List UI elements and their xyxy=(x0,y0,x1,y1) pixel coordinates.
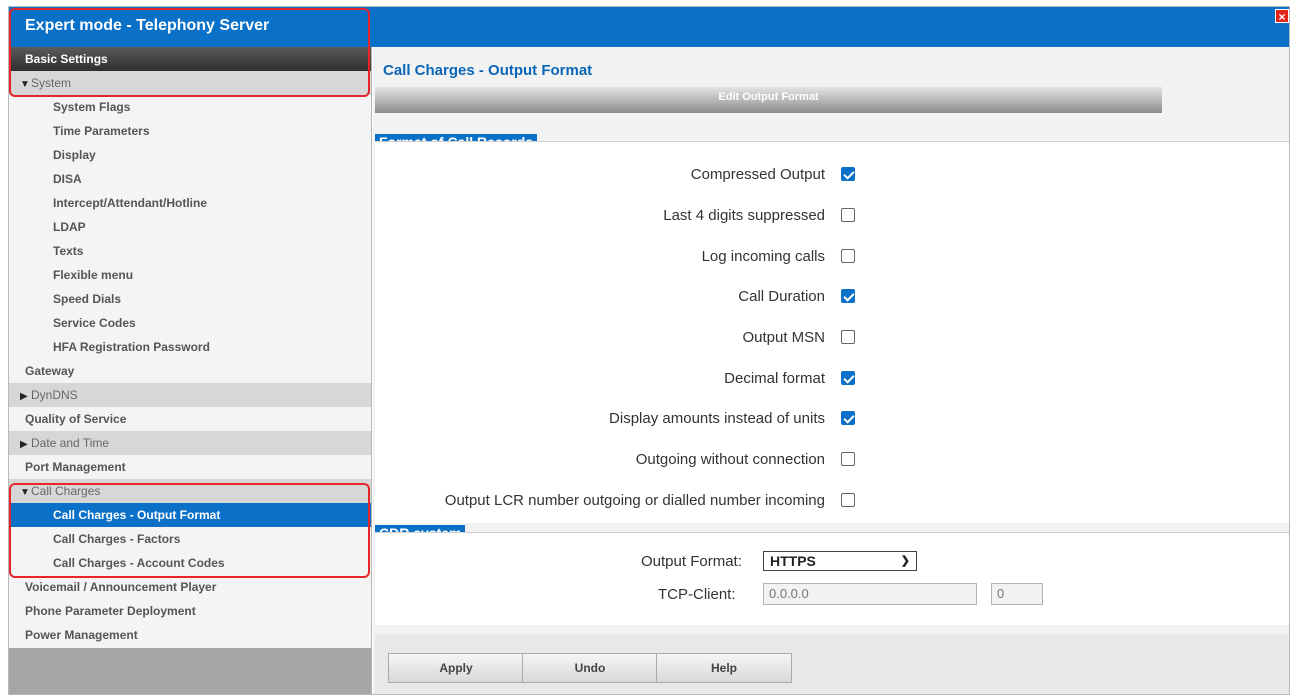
sidebar-item-label: Date and Time xyxy=(31,436,110,450)
title-bar: Expert mode - Telephony Server × xyxy=(9,7,1289,47)
compressed-output-checkbox[interactable] xyxy=(841,167,855,181)
collapsed-triangle-icon: ▶ xyxy=(20,391,28,402)
cdr-section: Output Format: HTTPS ❯ TCP-Client: 0.0.0… xyxy=(375,532,1289,625)
call-duration-label: Call Duration xyxy=(738,288,825,305)
log-incoming-label: Log incoming calls xyxy=(701,248,825,265)
sidebar-group-call-charges[interactable]: ▼Call Charges xyxy=(9,479,371,503)
sidebar-item-label: Call Charges xyxy=(31,484,101,498)
output-format-label: Output Format: xyxy=(641,553,742,570)
sidebar-item-port-management[interactable]: Port Management xyxy=(9,455,371,479)
sidebar-item-label: System xyxy=(31,76,72,90)
sidebar-item-hfa-password[interactable]: HFA Registration Password xyxy=(9,335,371,359)
output-format-value: HTTPS xyxy=(770,553,816,569)
call-duration-checkbox[interactable] xyxy=(841,289,855,303)
sidebar-item-system-flags[interactable]: System Flags xyxy=(9,95,371,119)
sidebar-group-dyndns[interactable]: ▶ DynDNS xyxy=(9,383,371,407)
outgoing-without-connection-checkbox[interactable] xyxy=(841,452,855,466)
row-decimal-format: Decimal format xyxy=(375,369,855,389)
output-msn-label: Output MSN xyxy=(742,329,825,346)
sidebar-item-intercept[interactable]: Intercept/Attendant/Hotline xyxy=(9,191,371,215)
last-4-digits-label: Last 4 digits suppressed xyxy=(663,207,825,224)
sidebar-footer xyxy=(9,648,371,694)
sidebar-item-voicemail[interactable]: Voicemail / Announcement Player xyxy=(9,575,371,599)
tcp-client-label: TCP-Client: xyxy=(658,586,736,603)
app-title: Expert mode - Telephony Server xyxy=(25,17,270,34)
sidebar-nav: Basic Settings ▼System System Flags Time… xyxy=(9,47,372,694)
subtitle-bar: Edit Output Format xyxy=(375,87,1162,113)
sidebar-group-system[interactable]: ▼System xyxy=(9,71,371,95)
sidebar-item-speed-dials[interactable]: Speed Dials xyxy=(9,287,371,311)
app-window: Expert mode - Telephony Server × Basic S… xyxy=(8,6,1290,695)
row-compressed-output: Compressed Output xyxy=(375,165,855,185)
sidebar-item-ldap[interactable]: LDAP xyxy=(9,215,371,239)
page-subtitle: Edit Output Format xyxy=(718,91,819,103)
sidebar-item-display[interactable]: Display xyxy=(9,143,371,167)
row-call-duration: Call Duration xyxy=(375,287,855,307)
output-lcr-label: Output LCR number outgoing or dialled nu… xyxy=(444,492,825,509)
decimal-format-label: Decimal format xyxy=(724,370,825,387)
row-output-msn: Output MSN xyxy=(375,328,855,348)
compressed-output-label: Compressed Output xyxy=(690,166,825,183)
sidebar-item-disa[interactable]: DISA xyxy=(9,167,371,191)
log-incoming-checkbox[interactable] xyxy=(841,249,855,263)
sidebar-item-flexible-menu[interactable]: Flexible menu xyxy=(9,263,371,287)
sidebar-item-output-format[interactable]: Call Charges - Output Format xyxy=(9,503,371,527)
format-section: Compressed Output Last 4 digits suppress… xyxy=(375,141,1289,523)
sidebar-group-date-time[interactable]: ▶ Date and Time xyxy=(9,431,371,455)
output-lcr-checkbox[interactable] xyxy=(841,493,855,507)
sidebar-item-time-parameters[interactable]: Time Parameters xyxy=(9,119,371,143)
chevron-down-icon: ❯ xyxy=(900,555,910,567)
tcp-client-port-field[interactable]: 0 xyxy=(991,583,1043,605)
sidebar-item-account-codes[interactable]: Call Charges - Account Codes xyxy=(9,551,371,575)
sidebar-header[interactable]: Basic Settings xyxy=(9,47,371,71)
row-last-4-digits: Last 4 digits suppressed xyxy=(375,206,855,226)
display-amounts-checkbox[interactable] xyxy=(841,411,855,425)
tcp-client-ip-field[interactable]: 0.0.0.0 xyxy=(763,583,977,605)
page-title: Call Charges - Output Format xyxy=(383,62,593,79)
sidebar-item-factors[interactable]: Call Charges - Factors xyxy=(9,527,371,551)
sidebar-item-texts[interactable]: Texts xyxy=(9,239,371,263)
output-msn-checkbox[interactable] xyxy=(841,330,855,344)
display-amounts-label: Display amounts instead of units xyxy=(609,410,825,427)
decimal-format-checkbox[interactable] xyxy=(841,371,855,385)
close-icon[interactable]: × xyxy=(1275,9,1289,24)
output-format-select[interactable]: HTTPS ❯ xyxy=(763,551,917,571)
undo-button[interactable]: Undo xyxy=(522,653,658,683)
sidebar-item-gateway[interactable]: Gateway xyxy=(9,359,371,383)
row-outgoing-without-connection: Outgoing without connection xyxy=(375,450,855,470)
apply-button[interactable]: Apply xyxy=(388,653,524,683)
last-4-digits-checkbox[interactable] xyxy=(841,208,855,222)
sidebar-item-service-codes[interactable]: Service Codes xyxy=(9,311,371,335)
outgoing-without-connection-label: Outgoing without connection xyxy=(635,451,825,468)
main-content: Call Charges - Output Format Edit Output… xyxy=(373,47,1289,694)
expanded-triangle-icon: ▼ xyxy=(20,487,30,498)
button-bar: Apply Undo Help xyxy=(375,635,1289,694)
sidebar-item-phone-parameter[interactable]: Phone Parameter Deployment xyxy=(9,599,371,623)
sidebar-item-power-management[interactable]: Power Management xyxy=(9,623,371,647)
row-log-incoming: Log incoming calls xyxy=(375,247,855,267)
help-button[interactable]: Help xyxy=(656,653,792,683)
row-display-amounts: Display amounts instead of units xyxy=(375,409,855,429)
row-output-lcr: Output LCR number outgoing or dialled nu… xyxy=(375,491,855,511)
sidebar-item-label: DynDNS xyxy=(31,388,78,402)
collapsed-triangle-icon: ▶ xyxy=(20,439,28,450)
sidebar-item-qos[interactable]: Quality of Service xyxy=(9,407,371,431)
expanded-triangle-icon: ▼ xyxy=(20,79,30,90)
